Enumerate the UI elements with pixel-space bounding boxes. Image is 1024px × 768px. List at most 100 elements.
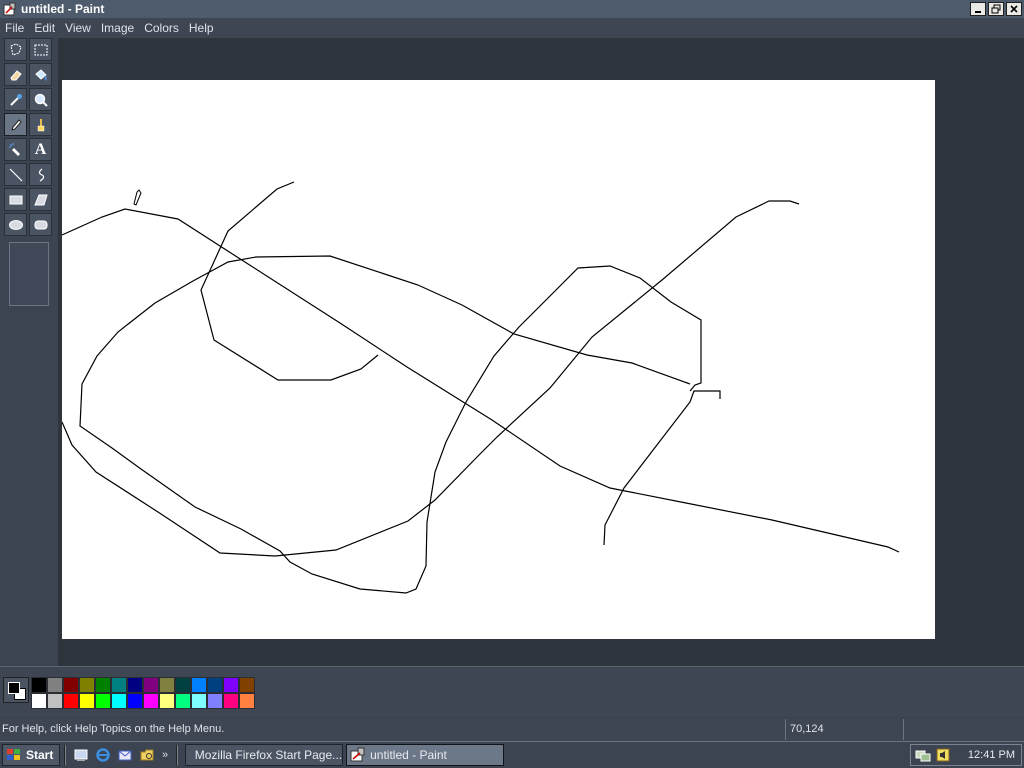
palette-swatch[interactable] — [63, 677, 79, 693]
tool-polygon[interactable] — [29, 188, 52, 211]
start-button[interactable]: Start — [2, 744, 60, 766]
palette-swatch[interactable] — [127, 693, 143, 709]
paint-icon — [350, 747, 365, 762]
tool-rectangle[interactable] — [4, 188, 27, 211]
menu-colors[interactable]: Colors — [139, 18, 184, 38]
airbrush-icon — [8, 142, 20, 156]
task-firefox[interactable]: Mozilla Firefox Start Page... — [185, 744, 344, 766]
menu-bar: File Edit View Image Colors Help — [0, 18, 1024, 38]
palette-swatch[interactable] — [31, 693, 47, 709]
menu-view[interactable]: View — [60, 18, 96, 38]
work-area: A — [0, 38, 1024, 666]
show-desktop-button[interactable] — [72, 746, 90, 764]
pencil-cursor — [133, 189, 142, 206]
tool-pencil[interactable] — [4, 113, 27, 136]
task-paint[interactable]: untitled - Paint — [346, 744, 505, 766]
title-bar[interactable]: untitled - Paint — [0, 0, 1024, 18]
restore-icon — [991, 4, 1001, 14]
stroke-1 — [62, 208, 900, 553]
menu-file[interactable]: File — [0, 18, 29, 38]
palette-swatch[interactable] — [159, 677, 175, 693]
window-title: untitled - Paint — [21, 2, 105, 16]
palette-swatch[interactable] — [95, 693, 111, 709]
foreground-color[interactable] — [8, 682, 20, 694]
palette-swatches — [31, 677, 255, 709]
ellipse-icon — [8, 219, 23, 230]
curve-icon — [38, 168, 44, 181]
network-icon[interactable] — [915, 747, 931, 763]
palette-swatch[interactable] — [223, 693, 239, 709]
menu-edit[interactable]: Edit — [29, 18, 60, 38]
volume-icon[interactable] — [935, 747, 951, 763]
task-label: Mozilla Firefox Start Page... — [194, 748, 343, 762]
tool-airbrush[interactable] — [4, 138, 27, 161]
menu-help[interactable]: Help — [184, 18, 219, 38]
window-controls — [970, 2, 1022, 16]
palette-swatch[interactable] — [79, 693, 95, 709]
color-picker-icon — [9, 93, 22, 106]
palette-swatch[interactable] — [143, 693, 159, 709]
tool-eraser[interactable] — [4, 63, 27, 86]
palette-swatch[interactable] — [239, 677, 255, 693]
palette-swatch[interactable] — [159, 693, 175, 709]
tool-ellipse[interactable] — [4, 213, 27, 236]
palette-swatch[interactable] — [175, 677, 191, 693]
outlook-icon — [118, 750, 132, 761]
palette-swatch[interactable] — [79, 677, 95, 693]
palette-swatch[interactable] — [95, 677, 111, 693]
palette-swatch[interactable] — [47, 677, 63, 693]
palette-swatch[interactable] — [63, 693, 79, 709]
rectangle-select-icon — [34, 44, 47, 55]
restore-button[interactable] — [988, 2, 1004, 16]
stroke-5 — [79, 255, 702, 594]
palette-swatch[interactable] — [31, 677, 47, 693]
tool-text[interactable]: A — [29, 138, 52, 161]
cursor-coordinates: 70,124 — [786, 719, 904, 740]
tool-free-form-select[interactable] — [4, 38, 27, 61]
polygon-icon — [33, 194, 48, 205]
palette-swatch[interactable] — [191, 693, 207, 709]
palette-swatch[interactable] — [191, 677, 207, 693]
quick-launch-more[interactable]: » — [162, 749, 168, 761]
system-tray: 12:41 PM — [910, 744, 1022, 766]
tool-curve[interactable] — [29, 163, 52, 186]
close-button[interactable] — [1006, 2, 1022, 16]
taskbar-separator — [176, 745, 179, 765]
tool-rounded-rectangle[interactable] — [29, 213, 52, 236]
tool-options-box[interactable] — [9, 242, 49, 306]
tool-select[interactable] — [29, 38, 52, 61]
drawing-canvas[interactable] — [62, 80, 935, 639]
tool-fill[interactable] — [29, 63, 52, 86]
palette-swatch[interactable] — [175, 693, 191, 709]
rounded-rectangle-icon — [34, 220, 47, 229]
outlook-button[interactable] — [116, 746, 134, 764]
start-label: Start — [26, 748, 54, 762]
fill-bucket-icon — [34, 68, 47, 81]
palette-swatch[interactable] — [143, 677, 159, 693]
palette-swatch[interactable] — [111, 693, 127, 709]
taskbar: Start » Mozilla Firefox Start Page... un… — [0, 741, 1024, 768]
tool-pick-color[interactable] — [4, 88, 27, 111]
pencil-icon — [10, 118, 22, 131]
show-desktop-icon — [74, 749, 88, 761]
paint-app-icon[interactable] — [3, 2, 17, 16]
canvas-drawing — [62, 181, 900, 594]
tool-line[interactable] — [4, 163, 27, 186]
palette-swatch[interactable] — [47, 693, 63, 709]
palette-swatch[interactable] — [207, 693, 223, 709]
palette-swatch[interactable] — [111, 677, 127, 693]
minimize-button[interactable] — [970, 2, 986, 16]
tool-brush[interactable] — [29, 113, 52, 136]
menu-image[interactable]: Image — [96, 18, 139, 38]
text-icon: A — [34, 140, 47, 158]
palette-swatch[interactable] — [239, 693, 255, 709]
tool-magnifier[interactable] — [29, 88, 52, 111]
palette-swatch[interactable] — [207, 677, 223, 693]
line-icon — [9, 168, 22, 181]
minimize-icon — [975, 11, 981, 13]
internet-explorer-button[interactable] — [94, 746, 112, 764]
palette-swatch[interactable] — [127, 677, 143, 693]
palette-swatch[interactable] — [223, 677, 239, 693]
windows-explorer-button[interactable] — [138, 746, 156, 764]
clock[interactable]: 12:41 PM — [968, 749, 1015, 761]
